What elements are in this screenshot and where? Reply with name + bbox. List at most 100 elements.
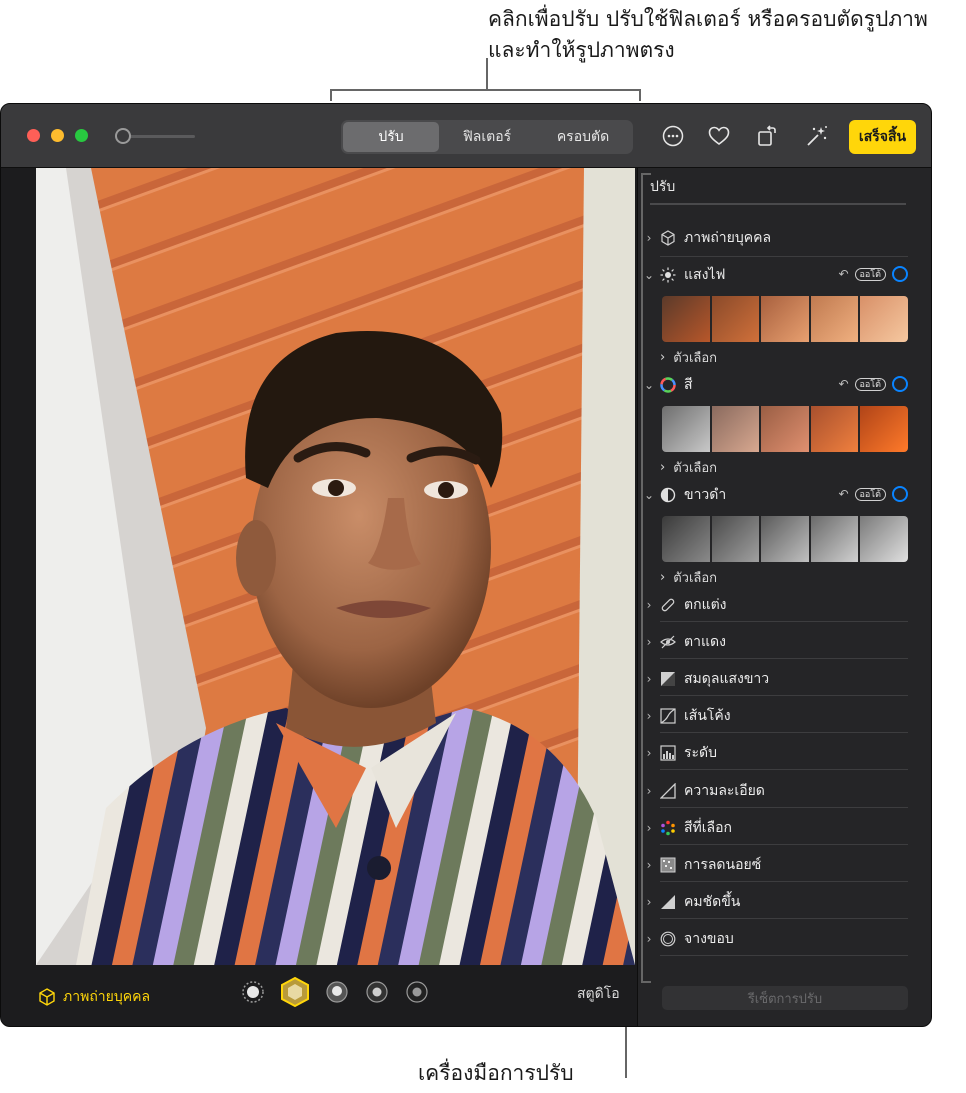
divider [660,918,908,919]
light-thumbnail-strip[interactable] [662,296,908,342]
adjust-label: สีที่เลือก [684,820,733,836]
callout-sidebar-bracket-top [641,173,651,175]
adjust-label: ตาแดง [684,634,726,650]
half-circle-icon [660,487,684,503]
sidebar-title: ปรับ [650,179,676,195]
adjust-row-retouch[interactable]: › ตกแต่ง [638,590,918,620]
color-wheel-icon [660,377,684,393]
close-window-button[interactable] [27,129,40,142]
adjust-row-noise-reduction[interactable]: › การลดนอยซ์ [638,850,918,880]
undo-icon[interactable]: ↶ [838,377,848,391]
chevron-right-icon: › [660,569,666,585]
adjust-row-sharpen[interactable]: › คมชัดขึ้น [638,887,918,917]
portrait-mode-button[interactable]: ภาพถ่ายบุคคล [37,983,150,1011]
adjust-row-selective-color[interactable]: › สีที่เลือก [638,813,918,843]
studio-light-icon[interactable] [279,976,311,1008]
sun-icon [660,267,684,283]
contour-light-icon[interactable] [323,978,351,1006]
done-button[interactable]: เสร็จสิ้น [849,120,916,154]
vignette-icon [660,931,684,947]
portrait-photo[interactable] [36,168,635,965]
curves-icon [660,708,684,724]
fullscreen-window-button[interactable] [75,129,88,142]
color-dots-icon [660,820,684,836]
bw-thumbnail-strip[interactable] [662,516,908,562]
reset-adjustments-button[interactable]: รีเซ็ตการปรับ [662,986,908,1010]
tab-crop[interactable]: ครอบตัด [535,122,631,152]
callout-bottom: เครื่องมือการปรับ [418,1061,574,1085]
adjust-label: จางขอบ [684,931,734,947]
divider [660,769,908,770]
toggle-ring-icon[interactable] [892,266,908,282]
bw-options-row[interactable]: › ตัวเลือก [660,567,717,587]
options-label: ตัวเลือก [673,460,718,476]
adjust-label: ระดับ [684,745,718,761]
rotate-icon[interactable] [752,121,782,151]
toolbar: ปรับ ฟิลเตอร์ ครอบตัด เสร็จสิ้น [1,104,931,168]
toggle-ring-icon[interactable] [892,376,908,392]
light-options-row[interactable]: › ตัวเลือก [660,347,717,367]
stage-light-icon[interactable] [363,978,391,1006]
adjust-row-black-white[interactable]: ⌄ ขาวดำ ↶ ออโต้ [638,480,918,510]
stage-mono-light-icon[interactable] [403,978,431,1006]
adjust-label: คมชัดขึ้น [684,894,741,910]
chevron-right-icon: › [660,349,666,365]
divider [660,844,908,845]
bandage-icon [660,597,684,613]
photos-edit-window: ปรับ ฟิลเตอร์ ครอบตัด เสร็จสิ้น ภาพถ่ายบ… [0,103,932,1027]
adjust-row-levels[interactable]: › ระดับ [638,738,918,768]
heart-icon[interactable] [704,121,734,151]
portrait-mode-label: ภาพถ่ายบุคคล [63,989,151,1005]
lighting-effect-label: สตูดิโอ [577,986,620,1002]
auto-button[interactable]: ออโต้ [854,267,886,281]
callout-top-bracket-l [330,89,332,101]
callout-sidebar-bracket [641,173,643,983]
divider [660,807,908,808]
undo-icon[interactable]: ↶ [838,487,848,501]
adjust-row-white-balance[interactable]: › สมดุลแสงขาว [638,664,918,694]
adjust-row-portrait[interactable]: › ภาพถ่ายบุคคล [638,223,918,253]
tab-filters[interactable]: ฟิลเตอร์ [439,122,535,152]
adjust-row-vignette[interactable]: › จางขอบ [638,924,918,954]
divider [660,881,908,882]
callout-top-bracket-r [639,89,641,101]
auto-button[interactable]: ออโต้ [854,487,886,501]
levels-icon [660,745,684,761]
divider [660,732,908,733]
tab-adjust[interactable]: ปรับ [343,122,439,152]
sidebar-title-divider [650,203,906,205]
divider [660,256,908,257]
edit-mode-segmented-control: ปรับ ฟิลเตอร์ ครอบตัด [341,120,633,154]
adjust-row-light[interactable]: ⌄ แสงไฟ ↶ ออโต้ [638,260,918,290]
adjust-row-color[interactable]: ⌄ สี ↶ ออโต้ [638,370,918,400]
undo-icon[interactable]: ↶ [838,267,848,281]
triangle-filled-icon [660,894,684,910]
auto-button[interactable]: ออโต้ [854,377,886,391]
divider [660,658,908,659]
photo-illustration [36,168,635,965]
natural-light-icon[interactable] [239,978,267,1006]
callout-sidebar-bracket-bottom [641,981,651,983]
photo-canvas: ภาพถ่ายบุคคล สตูดิโอ [1,168,635,1026]
adjust-label: สมดุลแสงขาว [684,671,770,687]
eye-slash-icon [660,634,684,650]
callout-top-stem [486,58,488,90]
magic-wand-icon[interactable] [802,121,832,151]
cube-icon [660,230,684,246]
divider [660,695,908,696]
zoom-slider-track[interactable] [121,135,195,138]
adjust-row-red-eye[interactable]: › ตาแดง [638,627,918,657]
adjustments-sidebar: ปรับ › ภาพถ่ายบุคคล ⌄ แสงไฟ ↶ ออโต้ › ตั… [637,168,931,1026]
toggle-ring-icon[interactable] [892,486,908,502]
more-icon[interactable] [658,121,688,151]
white-balance-icon [660,671,684,687]
adjust-row-definition[interactable]: › ความละเอียด [638,776,918,806]
divider [660,621,908,622]
options-label: ตัวเลือก [673,350,718,366]
adjust-label: การลดนอยซ์ [684,857,762,873]
minimize-window-button[interactable] [51,129,64,142]
zoom-slider-thumb[interactable] [115,128,131,144]
adjust-row-curves[interactable]: › เส้นโค้ง [638,701,918,731]
color-options-row[interactable]: › ตัวเลือก [660,457,717,477]
color-thumbnail-strip[interactable] [662,406,908,452]
